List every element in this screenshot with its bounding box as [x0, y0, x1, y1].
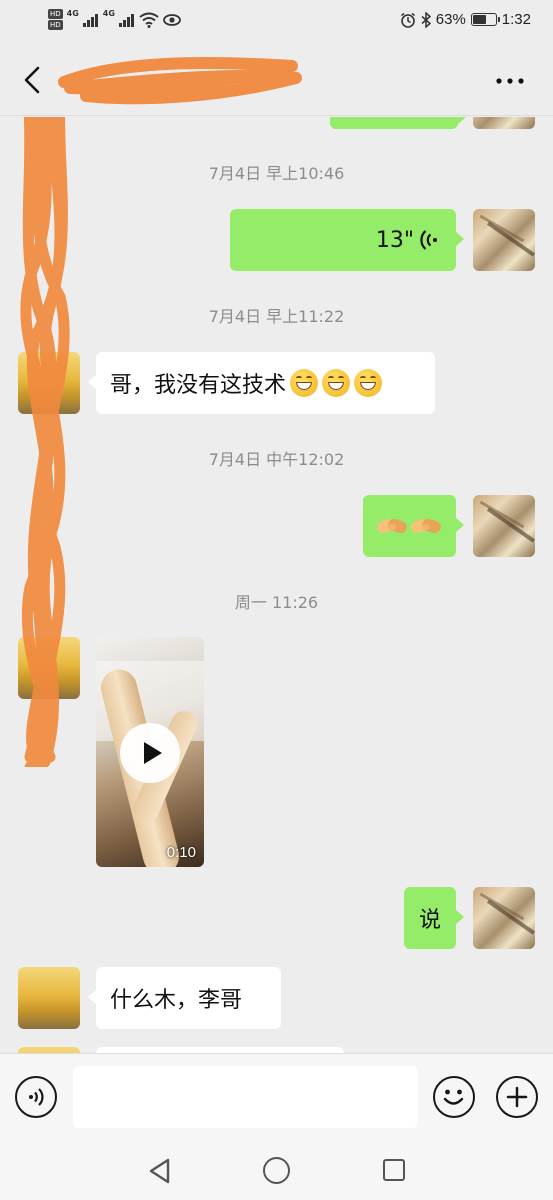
message-text: 哥，我没有这技术 — [110, 373, 287, 398]
voice-wave-icon — [420, 230, 437, 250]
chevron-left-icon — [24, 66, 40, 94]
square-recent-icon[interactable] — [383, 1159, 405, 1181]
text-message-bubble[interactable]: 什么木，李哥 — [88, 967, 281, 1029]
network-type-label: 4G — [102, 9, 115, 18]
wifi-icon — [139, 12, 159, 28]
voice-message-bubble[interactable]: 13" — [230, 209, 464, 271]
status-right-group: 63% 1:32 — [400, 11, 531, 28]
signal-group: HD HD 4G 4G — [48, 9, 181, 30]
contact-avatar[interactable] — [18, 637, 80, 699]
contact-avatar[interactable] — [18, 352, 80, 414]
more-dots-icon — [496, 78, 524, 84]
text-message-bubble[interactable]: 哥，我没有这技术 — [88, 352, 435, 414]
handshake-icon — [409, 514, 442, 538]
alarm-icon — [400, 12, 415, 28]
voice-duration: 13" — [375, 227, 414, 253]
more-functions-button[interactable] — [496, 1076, 538, 1118]
status-bar: HD HD 4G 4G 63% 1:32 — [0, 0, 553, 44]
input-bar — [0, 1053, 553, 1143]
play-button[interactable] — [120, 723, 180, 783]
clock-time: 1:32 — [501, 11, 531, 28]
grinning-face-icon — [354, 369, 383, 397]
redaction-scribble — [58, 57, 302, 105]
message-text: 说 — [418, 908, 441, 933]
handshake-icon — [375, 514, 408, 538]
emoji-button[interactable] — [433, 1076, 475, 1118]
partial-message-bubble[interactable] — [330, 117, 466, 129]
battery-icon — [470, 13, 500, 26]
battery-percent: 63% — [435, 11, 466, 28]
play-icon — [143, 742, 162, 764]
grinning-face-icon — [322, 369, 351, 397]
signal-bars-icon — [118, 13, 134, 27]
video-duration: 0:10 — [166, 844, 196, 861]
battery-level — [472, 15, 487, 24]
message-list[interactable]: 7月4日 早上10:46 13" 7月4日 早上11:22 哥，我没有这技术 7… — [0, 117, 553, 1053]
timestamp: 周一 11:26 — [234, 593, 319, 612]
triangle-back-icon[interactable] — [146, 1157, 174, 1185]
hd-badge: HD — [48, 20, 63, 30]
my-avatar[interactable] — [473, 209, 535, 271]
voice-input-icon — [29, 1088, 44, 1106]
signal-bars-icon — [82, 13, 98, 27]
timestamp: 7月4日 中午12:02 — [208, 450, 345, 469]
emoji-icon — [443, 1089, 464, 1105]
timestamp: 7月4日 早上10:46 — [208, 164, 345, 183]
grinning-face-icon — [290, 369, 319, 397]
network-type-label: 4G — [66, 9, 79, 18]
back-button[interactable] — [14, 62, 50, 98]
system-navigation-bar — [0, 1143, 553, 1200]
chat-header — [0, 44, 553, 116]
message-text: 什么木，李哥 — [110, 988, 243, 1013]
plus-icon — [506, 1086, 528, 1108]
my-avatar[interactable] — [473, 117, 535, 129]
contact-avatar[interactable] — [18, 967, 80, 1029]
my-avatar[interactable] — [473, 887, 535, 949]
video-message[interactable]: 0:10 — [96, 637, 204, 867]
circle-home-icon[interactable] — [263, 1157, 290, 1184]
my-avatar[interactable] — [473, 495, 535, 557]
voice-input-button[interactable] — [15, 1076, 57, 1118]
timestamp: 7月4日 早上11:22 — [208, 307, 345, 326]
text-message-bubble[interactable]: 说 — [404, 887, 464, 949]
message-input[interactable] — [73, 1066, 418, 1128]
emoji-message-bubble[interactable] — [363, 495, 464, 557]
hd-badge: HD — [48, 9, 63, 19]
eye-icon — [163, 13, 181, 26]
bluetooth-icon — [421, 11, 431, 28]
more-options-button[interactable] — [493, 64, 527, 98]
